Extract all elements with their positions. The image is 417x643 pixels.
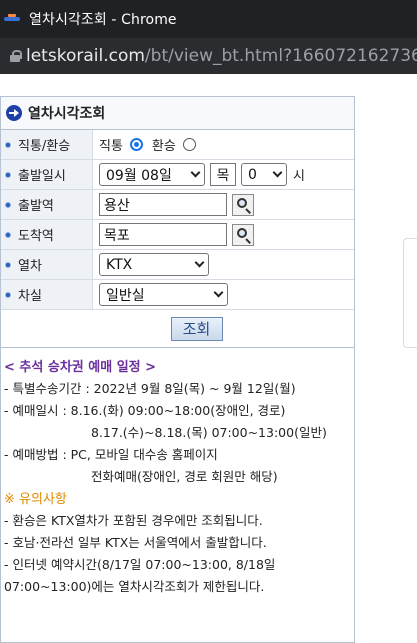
notice-title: < 추석 승차권 예매 일정 > [4,360,157,375]
value-cell: 용산 [93,190,354,219]
notice-section: < 추석 승차권 예매 일정 > - 특별수송기간 : 2022년 9월 8일(… [1,348,354,598]
bullet-icon [5,201,11,208]
value-cell: 직통 환승 [93,130,354,159]
radio-label-direct[interactable]: 직통 [99,135,123,154]
arrival-station-input[interactable]: 목포 [99,223,227,246]
url-host: letskorail.com [26,46,145,66]
bullet-icon [5,231,11,238]
label-seat-class: 차실 [18,289,42,304]
notice-line: 전화예매(장애인, 경로 회원만 해당) [91,469,278,484]
bullet-icon [5,171,11,178]
seat-class-select-value: 일반실 [106,287,145,304]
chevron-down-icon [272,167,283,178]
row-direct-transfer: 직통/환승 직통 환승 [1,130,354,160]
value-cell: KTX [93,250,354,279]
label-departure-station: 출발역 [18,199,54,214]
row-departure-station: 출발역 용산 [1,190,354,220]
chevron-down-icon [194,257,205,268]
caution-line: - 인터넷 예약시간(8/17일 07:00~13:00, 8/18일 [4,557,276,572]
caution-title: ※ 유의사항 [4,492,67,507]
bullet-icon [5,291,11,298]
row-arrival-station: 도착역 목포 [1,220,354,250]
notice-line: - 특별수송기간 : 2022년 9월 8일(목) ~ 9월 12일(월) [4,381,296,396]
url-path: /bt/view_bt.html?1660721627362 [144,46,417,66]
notice-line: - 예매방법 : PC, 모바일 대수송 홈페이지 [4,447,218,462]
day-of-week-field: 목 [210,163,236,186]
value-cell: 목포 [93,220,354,249]
label-cell: 출발일시 [1,160,93,189]
korail-logo-icon [4,14,20,24]
departure-station-search-button[interactable] [232,193,254,216]
row-seat-class: 차실 일반실 [1,280,354,310]
panel-title: 열차시각조회 [28,106,106,122]
value-cell: 일반실 [93,280,354,309]
date-select-value: 09월 08일 [106,167,172,184]
value-cell: 09월 08일 목 0 시 [93,160,354,189]
train-select[interactable]: KTX [99,253,209,276]
bullet-icon [5,261,11,268]
label-cell: 도착역 [1,220,93,249]
label-arrival-station: 도착역 [18,229,54,244]
notice-line: - 예매일시 : 8.16.(화) 09:00~18:00(장애인, 경로) [4,403,286,418]
caution-line: - 환승은 KTX열차가 포함된 경우에만 조회됩니다. [4,513,263,528]
label-cell: 직통/환승 [1,130,93,159]
caution-line: - 호남·전라선 일부 KTX는 서울역에서 출발합니다. [4,535,267,550]
row-train: 열차 KTX [1,250,354,280]
magnifier-icon [237,227,247,238]
radio-transfer[interactable] [182,138,196,151]
page-content: 열차시각조회 직통/환승 직통 환승 출발일시 09월 08일 목 0 시 출발… [0,74,417,643]
bullet-icon [5,141,11,148]
query-button[interactable]: 조회 [170,316,223,341]
row-departure-date: 출발일시 09월 08일 목 0 시 [1,160,354,190]
radio-label-transfer[interactable]: 환승 [152,135,176,154]
chevron-down-icon [213,287,224,298]
radio-direct[interactable] [129,138,143,151]
chevron-down-icon [190,167,201,178]
train-select-value: KTX [106,256,133,273]
window-titlebar: 열차시각조회 - Chrome [0,0,417,38]
arrow-right-circle-icon [6,105,22,121]
caution-line: 07:00~13:00)에는 열차시각조회가 제한됩니다. [4,579,265,594]
label-cell: 열차 [1,250,93,279]
seat-class-select[interactable]: 일반실 [99,283,228,306]
address-bar[interactable]: letskorail.com/bt/view_bt.html?166072162… [0,38,417,74]
hour-unit: 시 [293,169,305,184]
window-title: 열차시각조회 - Chrome [29,12,177,28]
notice-line: 8.17.(수)~8.18.(목) 07:00~13:00(일반) [91,425,327,440]
url-text[interactable]: letskorail.com/bt/view_bt.html?166072162… [26,46,417,66]
label-cell: 출발역 [1,190,93,219]
arrival-station-search-button[interactable] [232,223,254,246]
label-train: 열차 [18,259,42,274]
hour-select[interactable]: 0 [241,163,287,186]
train-schedule-panel: 열차시각조회 직통/환승 직통 환승 출발일시 09월 08일 목 0 시 출발… [0,96,355,643]
magnifier-icon [237,197,247,208]
side-panel-edge [403,238,417,348]
label-departure-date: 출발일시 [18,169,66,184]
departure-station-input[interactable]: 용산 [99,193,227,216]
label-cell: 차실 [1,280,93,309]
panel-header: 열차시각조회 [1,97,354,130]
date-select[interactable]: 09월 08일 [99,163,205,186]
hour-select-value: 0 [248,166,257,183]
label-direct-transfer: 직통/환승 [18,139,71,154]
button-row: 조회 [1,310,354,348]
